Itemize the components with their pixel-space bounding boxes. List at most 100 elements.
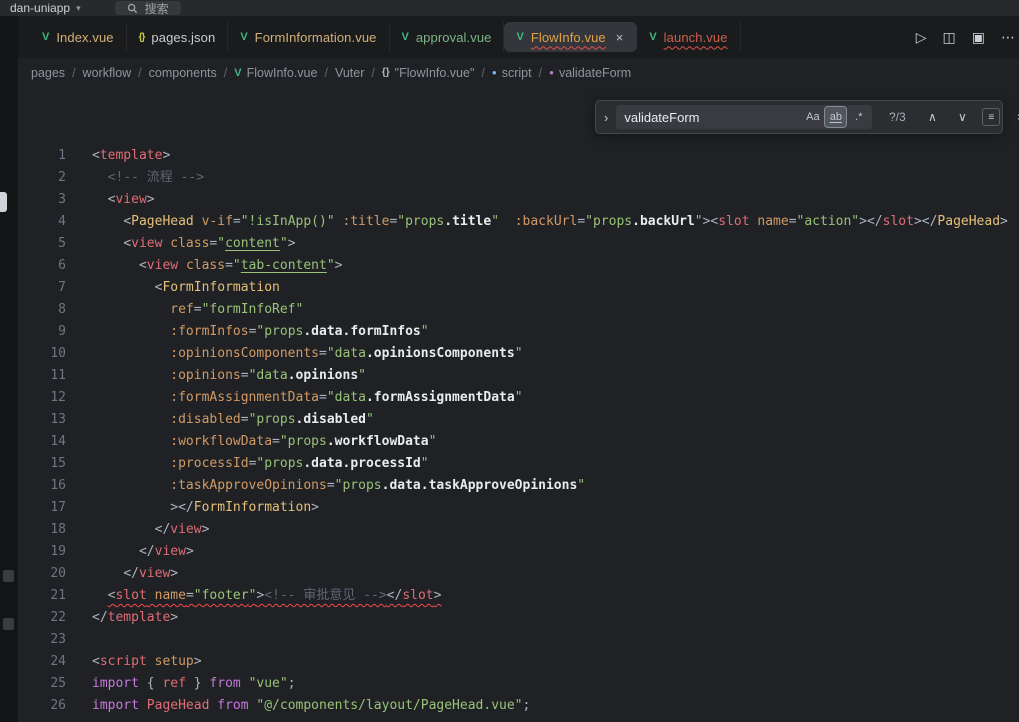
vue-file-icon: V [402,31,409,43]
line-number[interactable]: 16 [18,475,74,497]
tab-pages.json[interactable]: {}pages.json [127,22,229,52]
code-line-26[interactable]: 26import PageHead from "@/components/lay… [18,695,1019,717]
run-button[interactable]: ▷ [916,30,927,44]
tab-Index.vue[interactable]: VIndex.vue [30,22,127,52]
line-number[interactable]: 14 [18,431,74,453]
active-item-indicator [0,192,7,212]
split-editor-button[interactable]: ◫ [943,30,956,44]
line-number[interactable]: 8 [18,299,74,321]
code-line-23[interactable]: 23 [18,629,1019,651]
breadcrumb-separator: / [138,66,141,80]
tab-FormInformation.vue[interactable]: VFormInformation.vue [228,22,389,52]
code-line-11[interactable]: 11 :opinions="data.opinions" [18,365,1019,387]
code-line-15[interactable]: 15 :processId="props.data.processId" [18,453,1019,475]
code-text: :opinionsComponents="data.opinionsCompon… [92,343,523,365]
line-number[interactable]: 10 [18,343,74,365]
breadcrumb-item-FlowInfo.vue[interactable]: {}"FlowInfo.vue" [382,66,475,80]
code-line-22[interactable]: 22</template> [18,607,1019,629]
code-line-19[interactable]: 19 </view> [18,541,1019,563]
breadcrumb-separator: / [224,66,227,80]
breadcrumb-item-pages[interactable]: pages [31,66,65,80]
code-line-21[interactable]: 21 <slot name="footer"><!-- 审批意见 --></sl… [18,585,1019,607]
tab-FlowInfo.vue[interactable]: VFlowInfo.vue× [504,22,637,52]
line-number[interactable]: 17 [18,497,74,519]
breadcrumb-item-components[interactable]: components [149,66,217,80]
tab-close-icon[interactable]: × [615,30,625,45]
tab-approval.vue[interactable]: Vapproval.vue [390,22,505,52]
vue-file-icon: V [240,31,247,43]
regex-toggle[interactable]: .* [848,107,869,127]
editor[interactable]: 1<template>2 <!-- 流程 -->3 <view>4 <PageH… [18,88,1019,722]
code-text: :opinions="data.opinions" [92,365,366,387]
code-line-12[interactable]: 12 :formAssignmentData="data.formAssignm… [18,387,1019,409]
line-number[interactable]: 13 [18,409,74,431]
code-line-5[interactable]: 5 <view class="content"> [18,233,1019,255]
code-line-20[interactable]: 20 </view> [18,563,1019,585]
line-number[interactable]: 15 [18,453,74,475]
line-number[interactable]: 24 [18,651,74,673]
line-number[interactable]: 2 [18,167,74,189]
code-line-13[interactable]: 13 :disabled="props.disabled" [18,409,1019,431]
line-number[interactable]: 6 [18,255,74,277]
code-line-24[interactable]: 24 <script setup> [18,651,1019,673]
line-number[interactable]: 7 [18,277,74,299]
code-line-18[interactable]: 18 </view> [18,519,1019,541]
code-line-2[interactable]: 2 <!-- 流程 --> [18,167,1019,189]
next-match-button[interactable]: ∨ [952,107,972,127]
code-line-6[interactable]: 6 <view class="tab-content"> [18,255,1019,277]
code-line-14[interactable]: 14 :workflowData="props.workflowData" [18,431,1019,453]
activity-icon-fragment [3,570,14,582]
line-number[interactable]: 12 [18,387,74,409]
breadcrumb-item-workflow[interactable]: workflow [83,66,132,80]
code-line-3[interactable]: 3 <view> [18,189,1019,211]
code-line-10[interactable]: 10 :opinionsComponents="data.opinionsCom… [18,343,1019,365]
command-center-search[interactable]: 搜索 [115,1,181,15]
line-number[interactable]: 11 [18,365,74,387]
find-in-selection-button[interactable]: ≡ [982,108,1000,126]
previous-match-button[interactable]: ∧ [922,107,942,127]
breadcrumb-item-script[interactable]: ●script [492,66,532,80]
breadcrumb-separator: / [371,66,374,80]
toggle-replace-button[interactable]: › [604,111,608,124]
breadcrumb-item-FlowInfo.vue[interactable]: VFlowInfo.vue [234,66,317,80]
line-number[interactable]: 4 [18,211,74,233]
symbol-method-icon: ● [549,69,554,77]
whole-word-toggle[interactable]: ab [825,107,846,127]
line-number[interactable]: 19 [18,541,74,563]
line-number[interactable]: 26 [18,695,74,717]
line-number[interactable]: 5 [18,233,74,255]
code-line-9[interactable]: 9 :formInfos="props.data.formInfos" [18,321,1019,343]
line-number[interactable]: 1 [18,145,74,167]
breadcrumb-label: script [502,66,532,80]
editor-layout-button[interactable]: ▣ [972,30,985,44]
line-number[interactable]: 22 [18,607,74,629]
code-line-7[interactable]: 7 <FormInformation [18,277,1019,299]
code-text: <view class="tab-content"> [92,255,342,277]
tab-launch.vue[interactable]: Vlaunch.vue [637,22,740,52]
line-number[interactable]: 20 [18,563,74,585]
line-number[interactable]: 23 [18,629,74,651]
line-number[interactable]: 21 [18,585,74,607]
code-line-25[interactable]: 25import { ref } from "vue"; [18,673,1019,695]
match-case-toggle[interactable]: Aa [802,107,823,127]
breadcrumb: pages/workflow/components/VFlowInfo.vue/… [18,58,1019,88]
code-line-4[interactable]: 4 <PageHead v-if="!isInApp()" :title="pr… [18,211,1019,233]
project-menu[interactable]: dan-uniapp ▾ [10,1,81,15]
line-number[interactable]: 18 [18,519,74,541]
code-text: <script setup> [92,651,202,673]
find-options: Aaab.* [802,107,869,127]
breadcrumb-item-Vuter[interactable]: Vuter [335,66,364,80]
line-number[interactable]: 3 [18,189,74,211]
breadcrumb-label: Vuter [335,66,364,80]
breadcrumb-item-validateForm[interactable]: ●validateForm [549,66,631,80]
close-button[interactable]: × [1010,107,1019,127]
line-number[interactable]: 25 [18,673,74,695]
code-line-16[interactable]: 16 :taskApproveOpinions="props.data.task… [18,475,1019,497]
code-line-17[interactable]: 17 ></FormInformation> [18,497,1019,519]
code-line-1[interactable]: 1<template> [18,145,1019,167]
more-actions-button[interactable]: ⋯ [1001,30,1015,44]
code-text: :formInfos="props.data.formInfos" [92,321,429,343]
find-input[interactable] [624,110,800,125]
line-number[interactable]: 9 [18,321,74,343]
code-line-8[interactable]: 8 ref="formInfoRef" [18,299,1019,321]
